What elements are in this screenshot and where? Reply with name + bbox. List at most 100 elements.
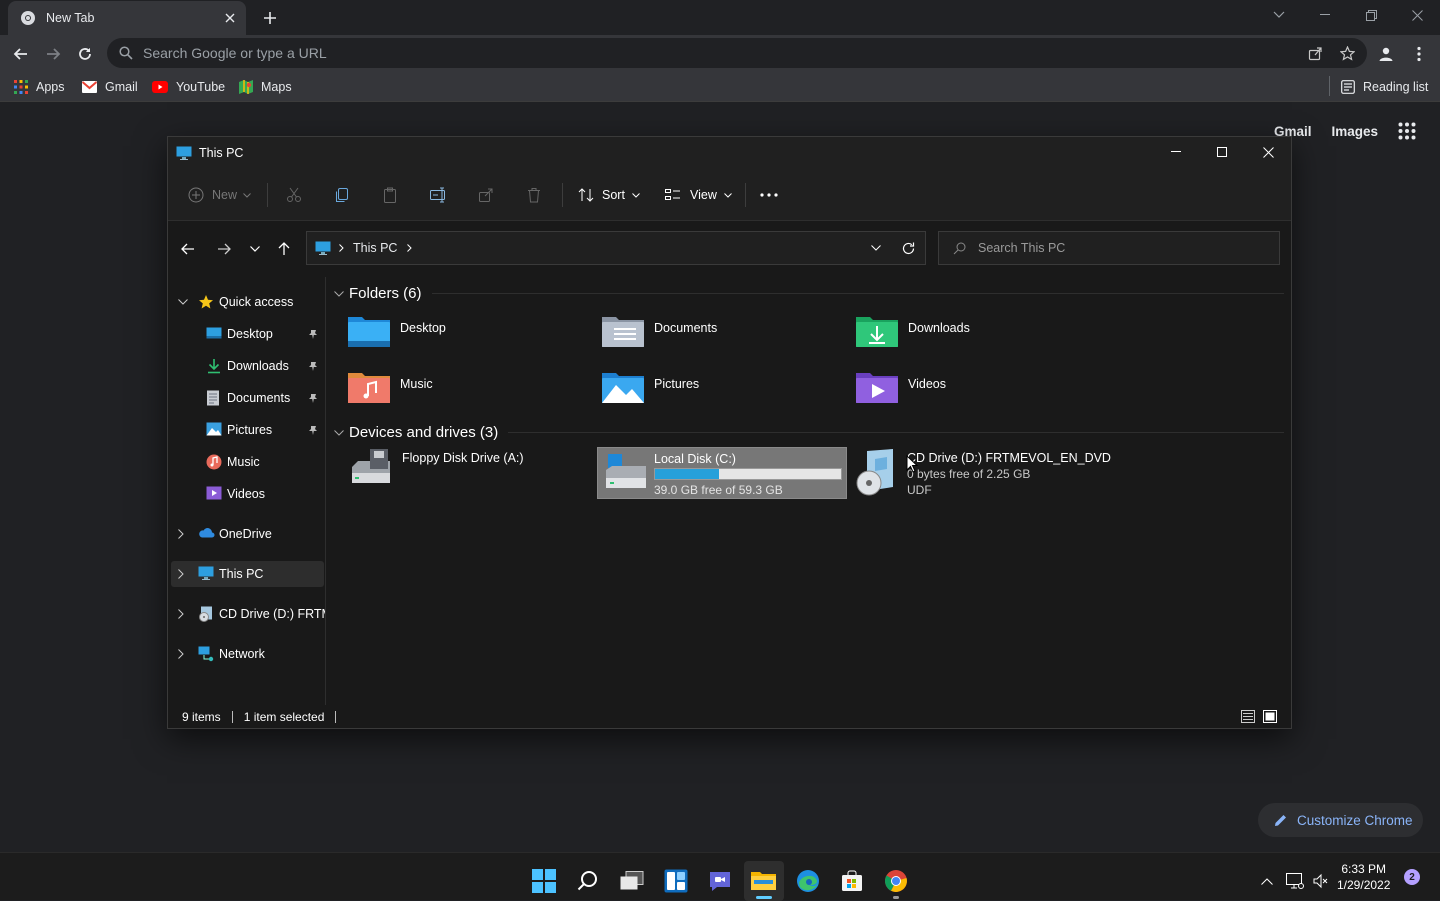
explorer-back-button[interactable] bbox=[181, 237, 195, 261]
cut-icon bbox=[286, 187, 302, 203]
explorer-minimize-button[interactable] bbox=[1153, 137, 1199, 167]
widgets-button[interactable] bbox=[656, 861, 696, 901]
close-tab-icon[interactable] bbox=[224, 12, 236, 24]
copy-button[interactable] bbox=[334, 183, 350, 207]
drive-tile-local-disk-c[interactable]: Local Disk (C:) 39.0 GB free of 59.3 GB bbox=[597, 447, 847, 499]
bookmark-maps[interactable]: Maps bbox=[239, 76, 292, 98]
drive-tile-floppy[interactable]: Floppy Disk Drive (A:) bbox=[346, 447, 594, 499]
bookmark-gmail[interactable]: Gmail bbox=[82, 76, 138, 98]
reload-button[interactable] bbox=[72, 41, 98, 67]
chevron-right-icon[interactable] bbox=[178, 529, 188, 539]
recent-locations-button[interactable] bbox=[250, 237, 260, 261]
document-icon bbox=[206, 390, 222, 406]
file-explorer-taskbar-button[interactable] bbox=[744, 861, 784, 901]
forward-button[interactable] bbox=[40, 41, 66, 67]
volume-tray-button[interactable] bbox=[1306, 861, 1336, 901]
bookmark-star-icon[interactable] bbox=[1340, 45, 1355, 61]
share-icon[interactable] bbox=[1308, 46, 1323, 61]
delete-button[interactable] bbox=[526, 183, 542, 207]
refresh-icon[interactable] bbox=[902, 242, 915, 255]
nav-this-pc[interactable]: This PC bbox=[171, 561, 324, 587]
nav-item-downloads[interactable]: Downloads bbox=[168, 353, 325, 379]
bookmark-youtube[interactable]: YouTube bbox=[152, 76, 225, 98]
nav-item-music[interactable]: Music bbox=[168, 449, 325, 475]
view-button[interactable]: View bbox=[665, 183, 732, 207]
breadcrumb-this-pc[interactable]: This PC bbox=[353, 241, 397, 255]
menu-dots-icon[interactable] bbox=[1406, 41, 1432, 67]
folder-tile-desktop[interactable]: Desktop bbox=[348, 313, 596, 363]
taskbar-search-button[interactable] bbox=[568, 861, 608, 901]
store-button[interactable] bbox=[832, 861, 872, 901]
reading-list-button[interactable]: Reading list bbox=[1341, 76, 1428, 98]
chrome-taskbar-button[interactable] bbox=[876, 861, 916, 901]
teams-chat-button[interactable] bbox=[700, 861, 740, 901]
rename-button[interactable] bbox=[430, 183, 448, 207]
minimize-button[interactable] bbox=[1302, 0, 1348, 30]
chevron-right-icon[interactable] bbox=[178, 569, 188, 579]
folder-tile-pictures[interactable]: Pictures bbox=[602, 369, 850, 419]
chevron-right-icon[interactable] bbox=[178, 609, 188, 619]
nav-item-desktop[interactable]: Desktop bbox=[168, 321, 325, 347]
tab-new-tab[interactable]: New Tab bbox=[8, 1, 246, 35]
start-button[interactable] bbox=[524, 861, 564, 901]
drive-tile-cd-d[interactable]: CD Drive (D:) FRTMEVOL_EN_DVD 0 bytes fr… bbox=[855, 447, 1155, 499]
edge-button[interactable] bbox=[788, 861, 828, 901]
paste-button[interactable] bbox=[382, 183, 398, 207]
folder-tile-videos[interactable]: Videos bbox=[856, 369, 1104, 419]
address-history-chevron-icon[interactable] bbox=[871, 245, 881, 251]
new-tab-button[interactable] bbox=[258, 6, 282, 30]
restore-button[interactable] bbox=[1348, 0, 1394, 30]
pin-icon[interactable] bbox=[308, 425, 318, 435]
folder-tile-documents[interactable]: Documents bbox=[602, 313, 850, 363]
show-hidden-icons-button[interactable] bbox=[1250, 861, 1284, 901]
close-window-button[interactable] bbox=[1394, 0, 1440, 30]
chevron-right-icon[interactable] bbox=[407, 244, 413, 252]
up-button[interactable] bbox=[278, 237, 290, 261]
videos-folder-icon bbox=[856, 369, 900, 405]
nav-cd-drive[interactable]: CD Drive (D:) FRTMEVOL_EN_DVD bbox=[168, 601, 325, 627]
google-apps-icon[interactable] bbox=[1398, 122, 1416, 140]
details-view-icon[interactable] bbox=[1241, 710, 1255, 723]
explorer-close-button[interactable] bbox=[1245, 137, 1291, 167]
music-folder-icon bbox=[348, 369, 392, 405]
bookmark-apps[interactable]: Apps bbox=[14, 76, 65, 98]
customize-chrome-button[interactable]: Customize Chrome bbox=[1258, 803, 1423, 837]
pin-icon[interactable] bbox=[308, 329, 318, 339]
share-button[interactable] bbox=[478, 183, 494, 207]
images-link[interactable]: Images bbox=[1331, 124, 1378, 139]
paste-icon bbox=[382, 187, 398, 203]
devices-group-header[interactable]: Devices and drives (3) bbox=[334, 424, 1284, 441]
explorer-forward-button[interactable] bbox=[217, 237, 231, 261]
pin-icon[interactable] bbox=[308, 393, 318, 403]
nav-item-pictures[interactable]: Pictures bbox=[168, 417, 325, 443]
tab-search-icon[interactable] bbox=[1256, 0, 1302, 30]
nav-item-videos[interactable]: Videos bbox=[168, 481, 325, 507]
folder-tile-music[interactable]: Music bbox=[348, 369, 596, 419]
desktop-icon bbox=[206, 326, 222, 342]
notification-badge[interactable]: 2 bbox=[1404, 869, 1420, 885]
nav-quick-access[interactable]: Quick access bbox=[168, 289, 325, 315]
task-view-button[interactable] bbox=[612, 861, 652, 901]
chevron-down-icon[interactable] bbox=[178, 299, 188, 305]
explorer-title-bar: This PC bbox=[168, 137, 1291, 169]
profile-icon[interactable] bbox=[1373, 41, 1399, 67]
sort-button[interactable]: Sort bbox=[578, 183, 640, 207]
taskbar-clock[interactable]: 6:33 PM 1/29/2022 bbox=[1337, 861, 1390, 893]
omnibox[interactable]: Search Google or type a URL bbox=[107, 38, 1367, 68]
pin-icon[interactable] bbox=[308, 361, 318, 371]
nav-onedrive[interactable]: OneDrive bbox=[168, 521, 325, 547]
nav-item-documents[interactable]: Documents bbox=[168, 385, 325, 411]
new-button[interactable]: New bbox=[188, 183, 251, 207]
back-button[interactable] bbox=[8, 41, 34, 67]
search-this-pc-input[interactable]: Search This PC bbox=[938, 231, 1280, 265]
see-more-button[interactable] bbox=[760, 183, 778, 207]
folders-group-header[interactable]: Folders (6) bbox=[334, 285, 1284, 302]
cut-button[interactable] bbox=[286, 183, 302, 207]
explorer-maximize-button[interactable] bbox=[1199, 137, 1245, 167]
address-bar[interactable]: This PC bbox=[306, 231, 926, 265]
nav-network[interactable]: Network bbox=[168, 641, 325, 667]
large-icons-view-icon[interactable] bbox=[1263, 710, 1277, 723]
folder-tile-downloads[interactable]: Downloads bbox=[856, 313, 1104, 363]
file-explorer-window: This PC New Sort View This PC Search Thi… bbox=[167, 136, 1292, 729]
chevron-right-icon[interactable] bbox=[178, 649, 188, 659]
